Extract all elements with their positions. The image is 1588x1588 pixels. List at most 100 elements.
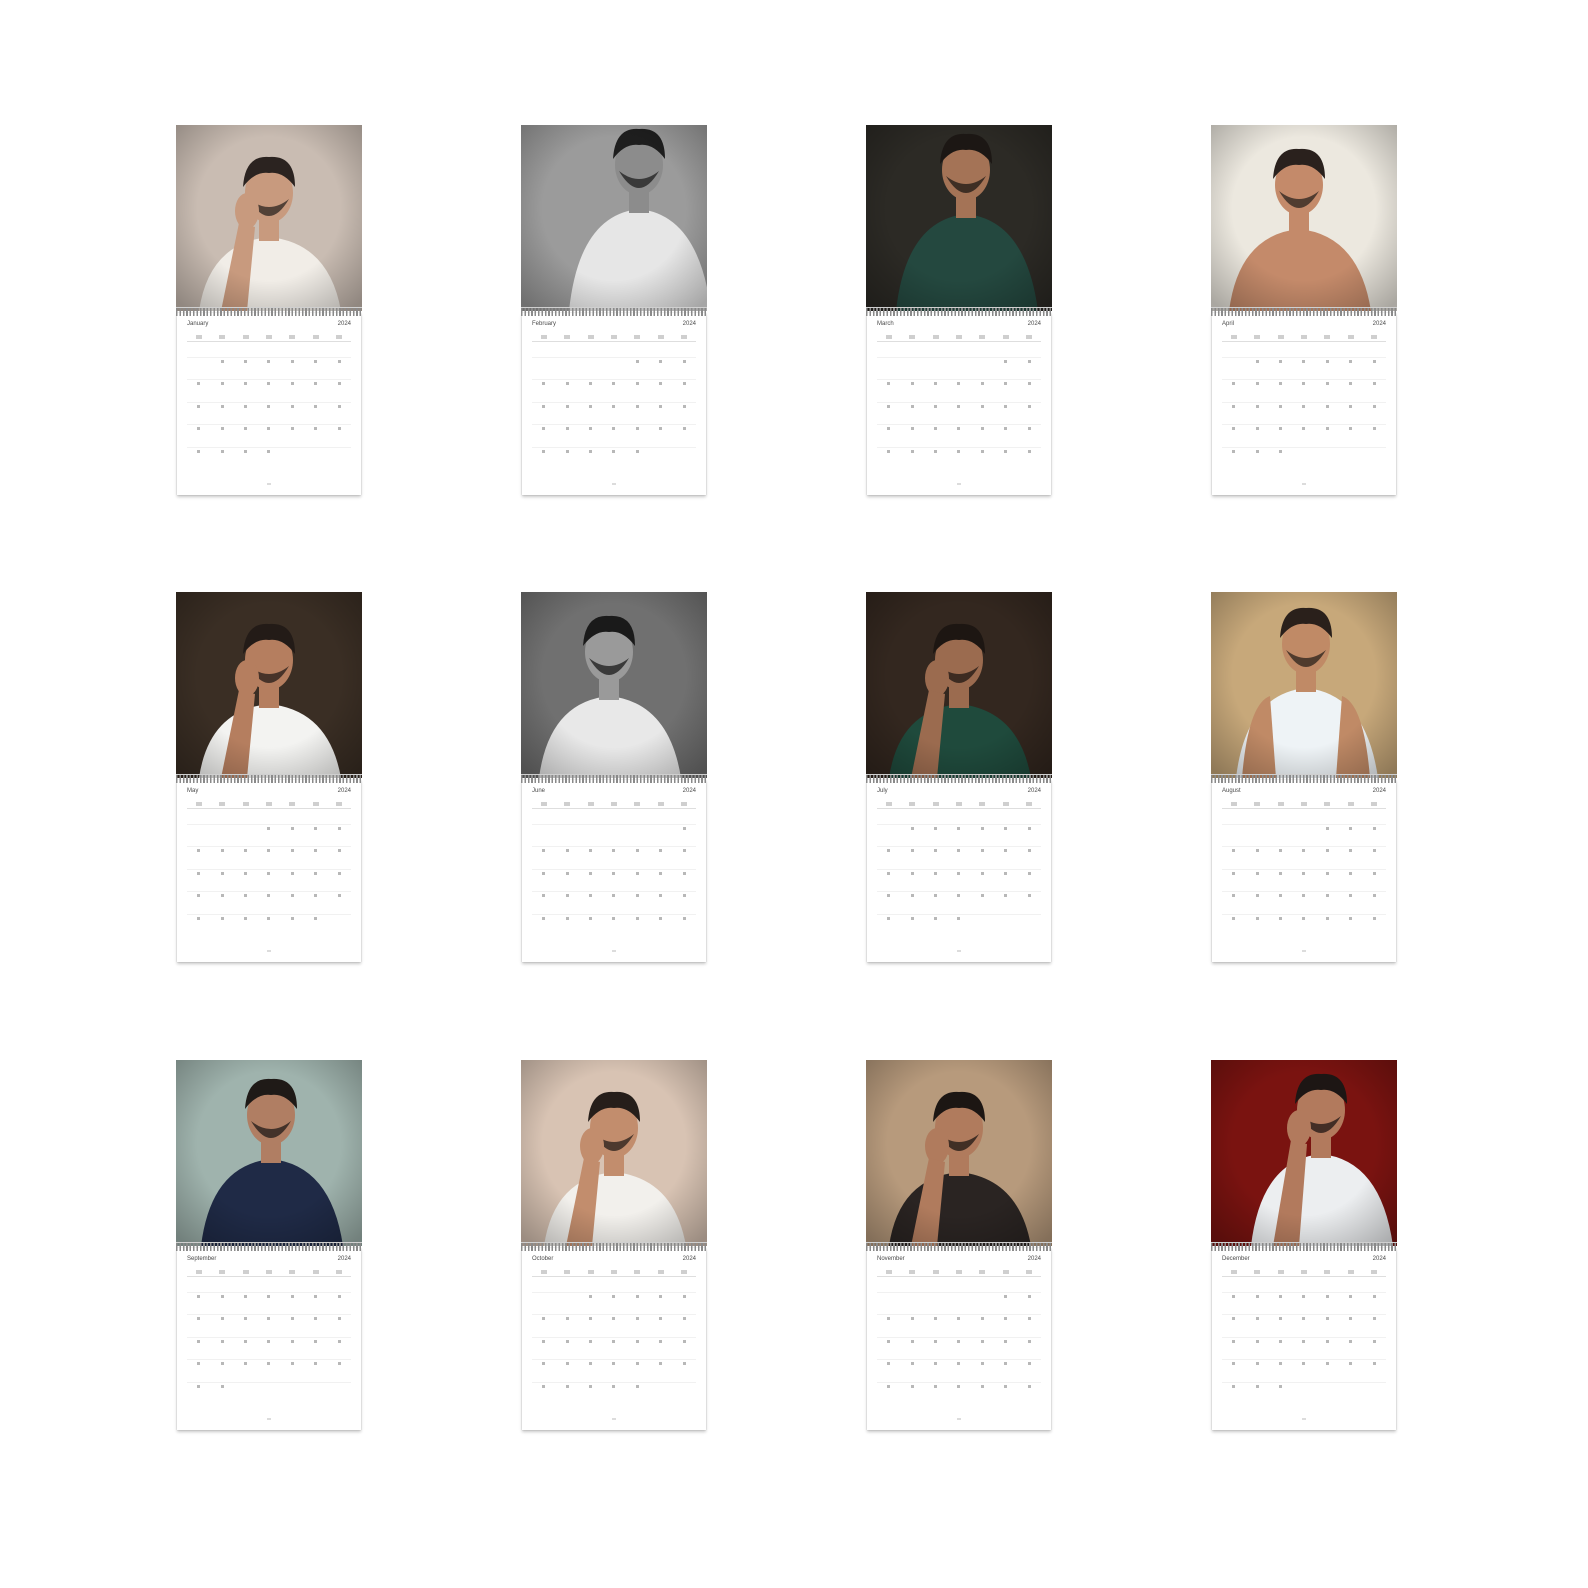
day-cell xyxy=(1245,1336,1269,1359)
day-cell xyxy=(1339,846,1363,868)
calendar-grid-page: May 2024 xyxy=(177,780,361,962)
day-cell xyxy=(327,1336,351,1359)
day-cell xyxy=(672,1359,696,1381)
day-cell xyxy=(1315,446,1340,469)
day-number xyxy=(635,1317,639,1321)
month-calendar[interactable]: March 2024 xyxy=(866,125,1052,497)
weekday-label xyxy=(1254,1270,1261,1274)
month-calendar[interactable]: April 2024 xyxy=(1211,125,1397,497)
day-cell xyxy=(1362,401,1386,424)
day-number xyxy=(565,916,569,920)
portrait-image xyxy=(521,592,707,778)
day-cell xyxy=(649,1292,673,1314)
day-number xyxy=(290,427,294,431)
day-number xyxy=(197,449,201,453)
month-calendar[interactable]: July 2024 xyxy=(866,592,1052,964)
day-cell xyxy=(327,1314,351,1336)
month-calendar[interactable]: May 2024 xyxy=(176,592,362,964)
day-cell xyxy=(923,868,948,891)
day-number xyxy=(220,382,224,386)
day-number xyxy=(244,916,248,920)
day-number xyxy=(244,449,248,453)
day-cell xyxy=(210,913,234,936)
day-cell xyxy=(602,424,626,446)
day-cell xyxy=(970,1381,995,1404)
day-number xyxy=(1027,1295,1031,1298)
day-number xyxy=(197,1317,201,1321)
month-calendar[interactable]: June 2024 xyxy=(521,592,707,964)
weekday-label xyxy=(540,335,547,339)
day-number xyxy=(197,894,201,898)
day-cell xyxy=(257,379,281,401)
day-cell xyxy=(532,1359,556,1381)
day-cell xyxy=(578,379,603,401)
calendar-grid-page: January 2024 xyxy=(177,313,361,495)
month-calendar[interactable]: January 2024 xyxy=(176,125,362,497)
day-number xyxy=(635,449,639,453)
day-cell xyxy=(257,1336,281,1359)
day-number xyxy=(887,894,891,898)
day-grid xyxy=(532,824,696,936)
day-cell xyxy=(1245,1359,1269,1381)
weekday-label xyxy=(610,802,617,806)
day-cell xyxy=(280,1314,305,1336)
day-number xyxy=(589,427,593,431)
day-number xyxy=(1349,360,1353,363)
month-photo xyxy=(866,125,1052,311)
day-number xyxy=(957,449,961,453)
day-number xyxy=(910,1317,914,1321)
day-cell xyxy=(1339,824,1363,846)
day-number xyxy=(980,894,984,898)
day-cell xyxy=(994,1314,1018,1336)
day-number xyxy=(314,849,318,853)
month-calendar[interactable]: November 2024 xyxy=(866,1060,1052,1432)
day-number xyxy=(267,1362,271,1366)
day-number xyxy=(1372,382,1376,386)
day-cell xyxy=(1017,913,1041,936)
day-cell xyxy=(327,1381,351,1404)
day-number xyxy=(1027,1384,1031,1388)
day-number xyxy=(337,849,341,853)
day-cell xyxy=(1017,446,1041,469)
day-number xyxy=(1302,871,1306,875)
day-number xyxy=(589,894,593,898)
day-cell xyxy=(578,1314,603,1336)
day-number xyxy=(1255,894,1259,898)
day-number xyxy=(612,1339,616,1343)
day-cell xyxy=(280,846,305,868)
day-cell xyxy=(1292,424,1316,446)
month-calendar[interactable]: September 2024 xyxy=(176,1060,362,1432)
month-name: February xyxy=(532,321,557,327)
day-cell xyxy=(555,1314,579,1336)
day-cell xyxy=(900,1292,924,1314)
month-calendar[interactable]: October 2024 xyxy=(521,1060,707,1432)
day-cell xyxy=(578,868,603,891)
day-number xyxy=(934,1317,938,1321)
day-number xyxy=(337,1317,341,1321)
day-cell xyxy=(1315,1314,1340,1336)
month-calendar[interactable]: August 2024 xyxy=(1211,592,1397,964)
day-cell xyxy=(900,913,924,936)
day-number xyxy=(1255,1362,1259,1366)
day-number xyxy=(980,871,984,875)
day-cell xyxy=(1245,846,1269,868)
month-calendar[interactable]: December 2024 xyxy=(1211,1060,1397,1432)
day-number xyxy=(314,916,318,920)
day-cell xyxy=(970,913,995,936)
day-number xyxy=(290,894,294,898)
day-cell xyxy=(327,424,351,446)
day-number xyxy=(1255,849,1259,853)
day-number xyxy=(1325,1339,1329,1343)
day-number xyxy=(589,1317,593,1321)
weekday-label xyxy=(909,802,916,806)
day-number xyxy=(1325,360,1329,363)
day-cell xyxy=(649,846,673,868)
month-calendar[interactable]: February 2024 xyxy=(521,125,707,497)
day-cell xyxy=(578,891,603,913)
day-number xyxy=(980,1339,984,1343)
day-cell xyxy=(625,868,650,891)
page-footer-mark xyxy=(267,950,271,952)
weekday-label xyxy=(932,335,939,339)
day-cell xyxy=(1315,424,1340,446)
weekday-label xyxy=(289,335,296,339)
